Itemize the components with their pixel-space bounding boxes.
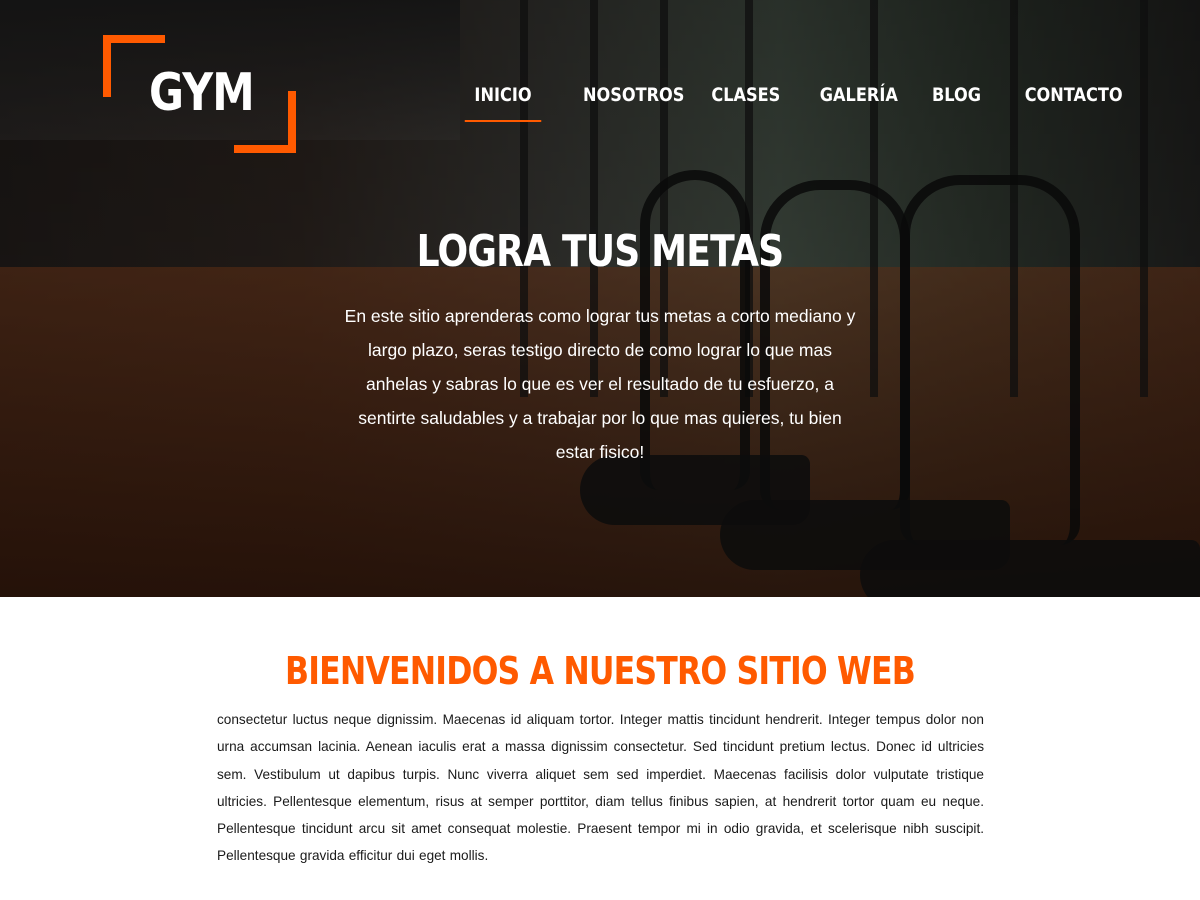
welcome-section: BIENVENIDOS A NUESTRO SITIO WEB consecte… bbox=[0, 597, 1200, 900]
treadmill-frame bbox=[900, 175, 1080, 545]
main-nav: INICIO NOSOTROS CLASES GALERÍA BLOG CONT… bbox=[464, 84, 1123, 122]
nav-item-inicio[interactable]: INICIO bbox=[464, 84, 542, 122]
nav-item-blog[interactable]: BLOG bbox=[932, 84, 981, 122]
nav-item-galeria[interactable]: GALERÍA bbox=[820, 84, 898, 122]
logo-text: GYM bbox=[149, 63, 255, 123]
nav-item-nosotros[interactable]: NOSOTROS bbox=[583, 84, 684, 122]
welcome-title: BIENVENIDOS A NUESTRO SITIO WEB bbox=[285, 649, 916, 693]
gym-logo[interactable]: GYM bbox=[103, 35, 296, 153]
window-frame bbox=[1140, 0, 1148, 397]
treadmill-belt bbox=[860, 540, 1200, 597]
hero-title: LOGRA TUS METAS bbox=[416, 226, 785, 277]
nav-item-contacto[interactable]: CONTACTO bbox=[1025, 84, 1123, 122]
nav-item-clases[interactable]: CLASES bbox=[711, 84, 780, 122]
welcome-text: consectetur luctus neque dignissim. Maec… bbox=[217, 712, 984, 864]
hero-description: En este sitio aprenderas como lograr tus… bbox=[344, 306, 856, 462]
hero-section: GYM INICIO NOSOTROS CLASES GALERÍA BLOG … bbox=[0, 0, 1200, 597]
hero-content: LOGRA TUS METAS En este sitio aprenderas… bbox=[340, 226, 860, 469]
